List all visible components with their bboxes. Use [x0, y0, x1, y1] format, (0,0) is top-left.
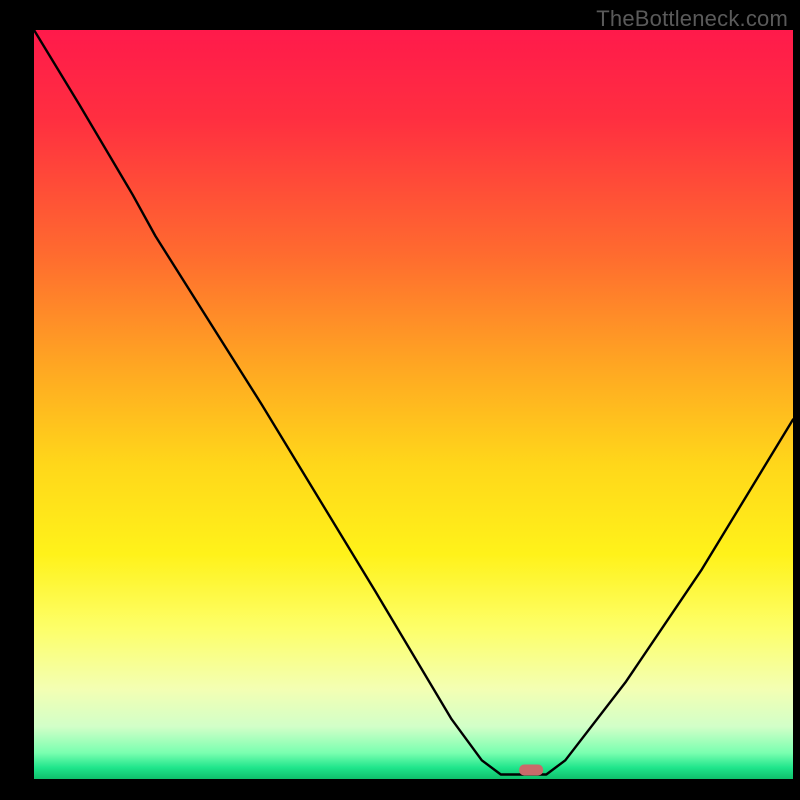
optimal-marker [519, 765, 543, 776]
chart-wrapper: TheBottleneck.com [0, 0, 800, 800]
watermark-text: TheBottleneck.com [596, 6, 788, 32]
plot-gradient-background [34, 30, 793, 779]
chart-svg [0, 0, 800, 800]
